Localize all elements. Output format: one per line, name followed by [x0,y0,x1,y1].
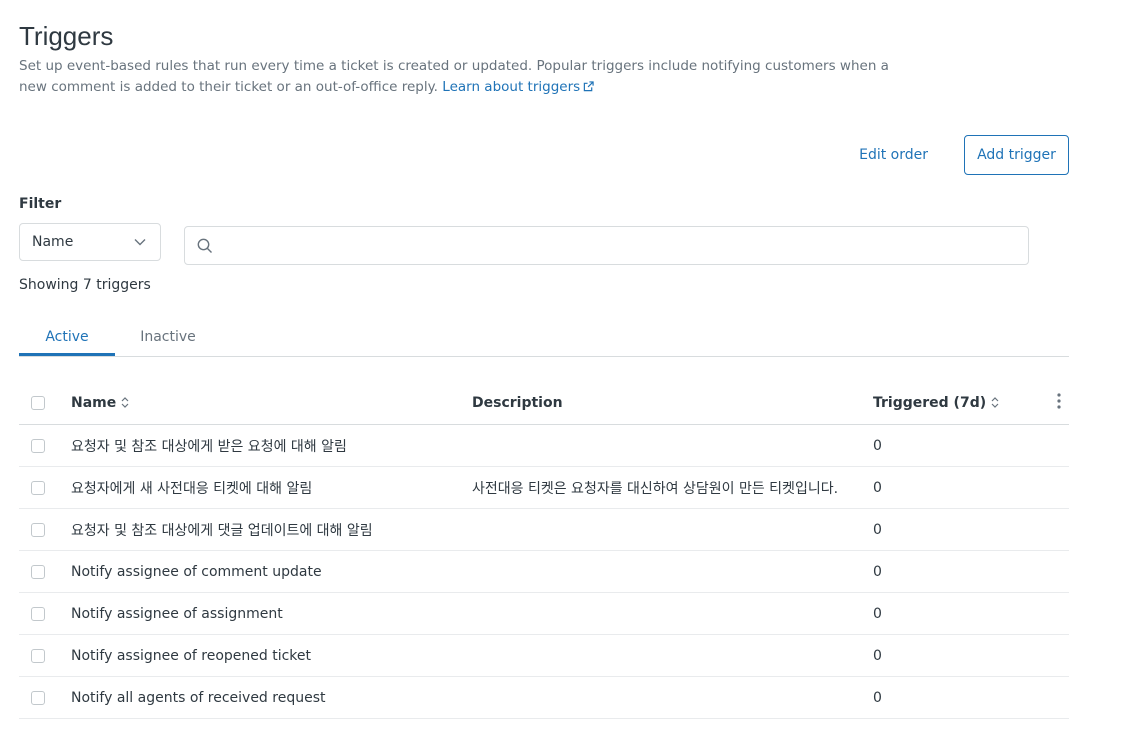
trigger-name[interactable]: 요청자 및 참조 대상에게 받은 요청에 대해 알림 [71,436,347,456]
table-row[interactable]: 요청자 및 참조 대상에게 받은 요청에 대해 알림 0 [19,425,1069,467]
triggers-page: Triggers Set up event-based rules that r… [19,18,1069,719]
trigger-count-7d: 0 [873,647,882,664]
page-description: Set up event-based rules that run every … [19,56,899,98]
table-row[interactable]: 요청자에게 새 사전대응 티켓에 대해 알림 사전대응 티켓은 요청자를 대신하… [19,467,1069,509]
triggers-table: Name Description Triggered (7d) 요청자 및 참조… [19,381,1069,719]
row-checkbox[interactable] [31,606,45,621]
trigger-count-7d: 0 [873,605,882,622]
row-checkbox[interactable] [31,522,45,537]
header-actions: Edit order Add trigger [859,135,1069,175]
row-checkbox[interactable] [31,690,45,705]
description-column-header: Description [472,394,563,411]
learn-about-triggers-link[interactable]: Learn about triggers [442,79,594,95]
external-link-icon [583,81,594,92]
more-vertical-icon[interactable] [1057,393,1061,409]
table-row[interactable]: Notify assignee of comment update 0 [19,551,1069,593]
trigger-count-7d: 0 [873,437,882,454]
row-checkbox[interactable] [31,648,45,663]
select-all-checkbox[interactable] [31,395,45,410]
row-checkbox[interactable] [31,480,45,495]
name-column-header[interactable]: Name [71,395,129,411]
trigger-count-7d: 0 [873,689,882,706]
trigger-count: Showing 7 triggers [19,277,151,293]
row-checkbox[interactable] [31,438,45,453]
row-checkbox[interactable] [31,564,45,579]
trigger-name[interactable]: Notify assignee of comment update [71,564,322,580]
chevron-down-icon [134,239,146,246]
search-icon [197,238,212,253]
tab-list: Active Inactive [19,324,1069,357]
search-input[interactable] [221,229,1028,262]
page-title: Triggers [19,21,114,51]
trigger-name[interactable]: 요청자 및 참조 대상에게 댓글 업데이트에 대해 알림 [71,520,373,540]
sort-icon [991,397,999,408]
table-row[interactable]: Notify assignee of reopened ticket 0 [19,635,1069,677]
trigger-count-7d: 0 [873,479,882,496]
trigger-name[interactable]: Notify assignee of reopened ticket [71,648,311,664]
table-row[interactable]: 요청자 및 참조 대상에게 댓글 업데이트에 대해 알림 0 [19,509,1069,551]
trigger-name[interactable]: 요청자에게 새 사전대응 티켓에 대해 알림 [71,478,312,498]
tab-active[interactable]: Active [19,324,115,356]
filter-select-value: Name [32,234,74,250]
filter-label: Filter [19,196,62,212]
trigger-count-7d: 0 [873,563,882,580]
trigger-name[interactable]: Notify assignee of assignment [71,606,283,622]
table-row[interactable]: Notify all agents of received request 0 [19,677,1069,719]
table-row[interactable]: Notify assignee of assignment 0 [19,593,1069,635]
trigger-name[interactable]: Notify all agents of received request [71,690,326,706]
add-trigger-button[interactable]: Add trigger [964,135,1069,175]
sort-icon [121,397,129,408]
edit-order-button[interactable]: Edit order [859,147,928,163]
search-box[interactable] [184,226,1029,265]
filter-select[interactable]: Name [19,223,161,261]
tab-inactive[interactable]: Inactive [115,324,221,356]
triggered-column-header[interactable]: Triggered (7d) [873,395,999,411]
trigger-count-7d: 0 [873,521,882,538]
table-header-row: Name Description Triggered (7d) [19,381,1069,425]
trigger-description: 사전대응 티켓은 요청자를 대신하여 상담원이 만든 티켓입니다. [472,480,839,497]
